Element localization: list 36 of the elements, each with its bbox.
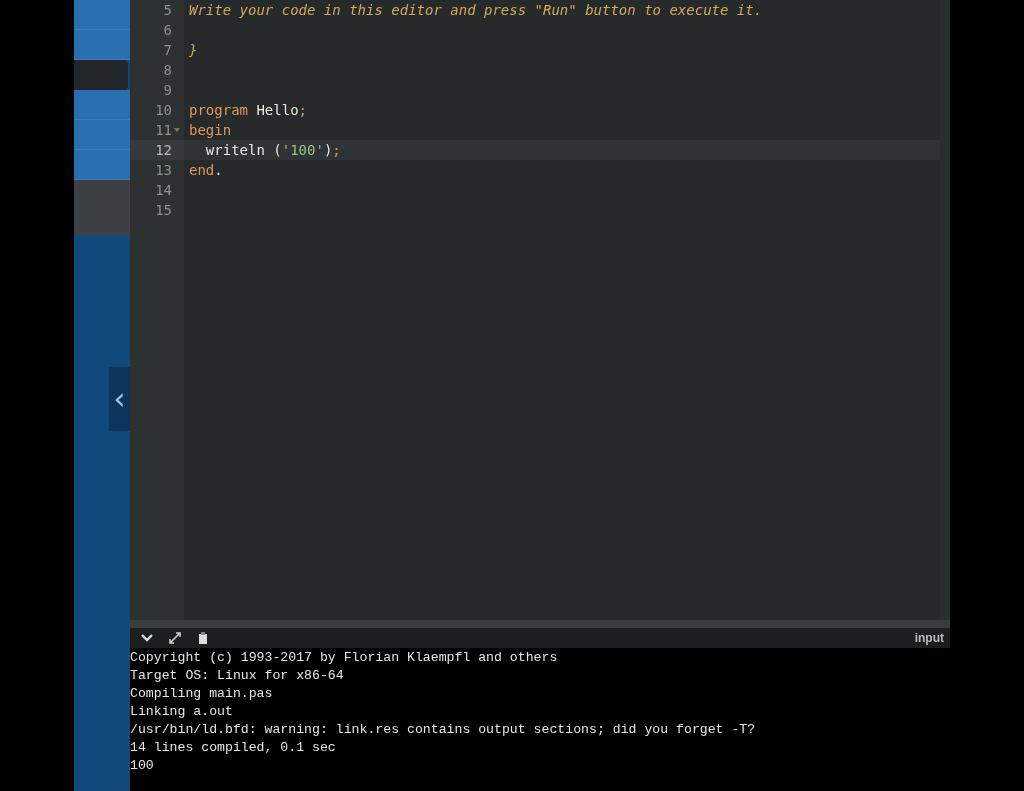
code-line: program Hello; <box>188 101 308 120</box>
sidebar-item[interactable] <box>74 120 130 150</box>
line-number: 11 <box>154 121 172 140</box>
line-number: 6 <box>162 21 172 40</box>
output-line: Linking a.out <box>130 703 234 721</box>
code-line: Write your code in this editor and press "Run" button to execute it. <box>188 1 763 20</box>
sidebar-item[interactable] <box>74 0 130 30</box>
line-number: 9 <box>162 81 172 100</box>
clipboard-icon[interactable] <box>196 631 210 645</box>
code-line: } <box>188 41 198 60</box>
code-line: begin <box>188 121 232 140</box>
expand-icon[interactable] <box>168 631 182 645</box>
collapse-button[interactable]: ‹ <box>109 367 130 431</box>
output-line: Copyright (c) 1993-2017 by Florian Klaempfl and others <box>130 649 559 667</box>
sidebar-item[interactable] <box>74 60 128 90</box>
sidebar-item[interactable] <box>74 90 130 120</box>
sidebar-item[interactable] <box>74 180 130 235</box>
line-number: 5 <box>162 1 172 20</box>
sidebar-item[interactable] <box>74 150 130 180</box>
line-number: 8 <box>162 61 172 80</box>
sidebar-item[interactable] <box>74 30 130 60</box>
output-line: 100 <box>130 757 155 775</box>
line-number: 10 <box>154 101 172 120</box>
line-number: 7 <box>162 41 172 60</box>
line-number: 15 <box>154 201 172 220</box>
output-line: Target OS: Linux for x86-64 <box>130 667 345 685</box>
fold-icon[interactable] <box>174 128 180 133</box>
scrollbar-track[interactable] <box>940 0 950 620</box>
line-number: 14 <box>154 181 172 200</box>
input-button[interactable]: input <box>914 631 944 645</box>
output-line: 14 lines compiled, 0.1 sec <box>130 739 337 757</box>
code-line: writeln ('100'); <box>204 141 341 160</box>
output-line: /usr/bin/ld.bfd: warning: link.res contains output sections; did you forget -T? <box>130 721 757 739</box>
line-number: 13 <box>154 161 172 180</box>
code-line: end. <box>188 161 223 180</box>
output-line: Compiling main.pas <box>130 685 274 703</box>
